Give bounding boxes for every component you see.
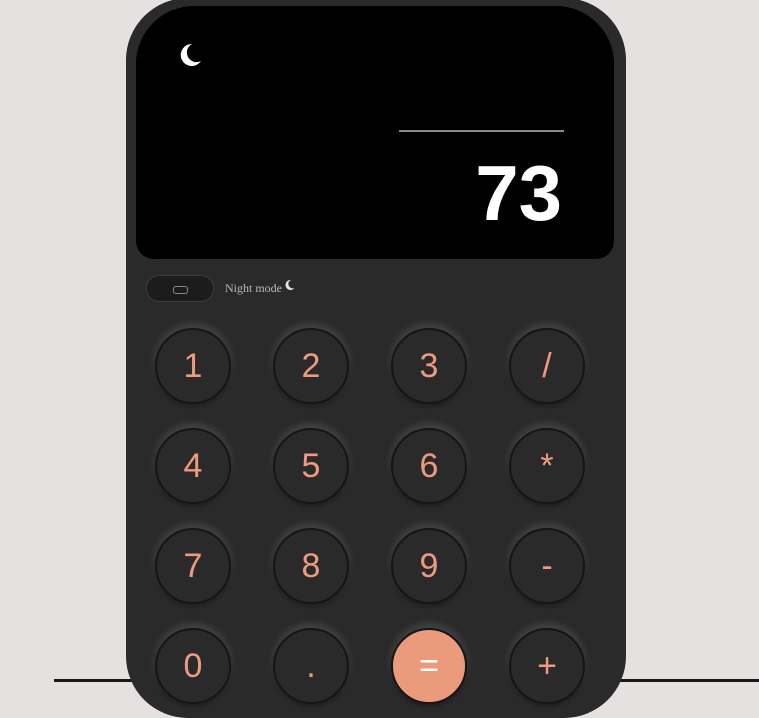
key-4[interactable]: 4 xyxy=(155,428,231,504)
toggle-knob xyxy=(173,286,188,294)
key-multiply[interactable]: * xyxy=(509,428,585,504)
key-0[interactable]: 0 xyxy=(155,628,231,704)
small-moon-icon xyxy=(285,279,295,290)
night-mode-toggle[interactable] xyxy=(146,275,214,302)
calculator: 73 Night mode 1 2 3 / 4 5 6 * 7 8 9- 0. = + xyxy=(126,0,626,718)
key-9[interactable]: 9 xyxy=(391,528,467,604)
key-add[interactable]: + xyxy=(509,628,585,704)
key-decimal[interactable]: . xyxy=(273,628,349,704)
key-8[interactable]: 8 xyxy=(273,528,349,604)
key-7[interactable]: 7 xyxy=(155,528,231,604)
result-display: 73 xyxy=(475,149,562,237)
night-mode-row: Night mode xyxy=(146,275,295,302)
key-3[interactable]: 3 xyxy=(391,328,467,404)
night-mode-label: Night mode xyxy=(225,281,282,295)
key-divide[interactable]: / xyxy=(509,328,585,404)
key-equals[interactable]: = xyxy=(391,628,467,704)
key-1[interactable]: 1 xyxy=(155,328,231,404)
key-6[interactable]: 6 xyxy=(391,428,467,504)
key-5[interactable]: 5 xyxy=(273,428,349,504)
key-2[interactable]: 2 xyxy=(273,328,349,404)
display-screen: 73 xyxy=(136,6,614,259)
history-divider xyxy=(399,130,564,132)
moon-icon[interactable] xyxy=(176,41,204,69)
key-subtract[interactable]: - xyxy=(509,528,585,604)
